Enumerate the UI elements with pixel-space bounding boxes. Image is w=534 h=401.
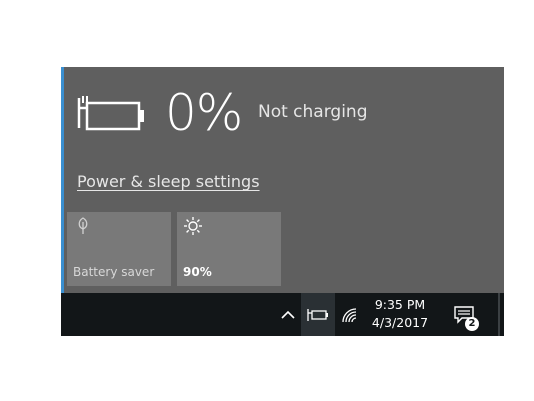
battery-tray-button[interactable]: [301, 293, 335, 336]
leaf-icon: [78, 217, 88, 234]
power-sleep-settings-link[interactable]: Power & sleep settings: [77, 172, 260, 191]
clock-date: 4/3/2017: [371, 315, 429, 330]
notification-count-badge: 2: [465, 317, 479, 331]
taskbar: 9:35 PM 4/3/2017 2: [61, 293, 504, 336]
battery-plugged-icon: [307, 308, 328, 321]
battery-status-row: 0% Not charging: [77, 87, 477, 139]
battery-percent: 0%: [165, 84, 243, 142]
battery-flyout: 0% Not charging Power & sleep settings B…: [61, 67, 504, 293]
network-tray-button[interactable]: [337, 293, 363, 336]
brightness-label: 90%: [183, 265, 212, 279]
clock-time: 9:35 PM: [374, 297, 426, 312]
battery-saver-tile[interactable]: Battery saver: [67, 212, 171, 286]
battery-saver-label: Battery saver: [73, 265, 155, 279]
sun-icon: [184, 217, 202, 235]
show-hidden-icons-button[interactable]: [277, 293, 299, 336]
desktop-screen: 0% Not charging Power & sleep settings B…: [0, 0, 534, 401]
charging-status: Not charging: [258, 102, 368, 122]
show-desktop-button[interactable]: [498, 293, 500, 336]
chevron-up-icon: [281, 310, 295, 319]
clock-button[interactable]: 9:35 PM 4/3/2017: [367, 293, 433, 336]
flyout-accent-bar: [61, 67, 64, 293]
brightness-tile[interactable]: 90%: [177, 212, 281, 286]
battery-plugged-icon: [77, 96, 144, 131]
action-center-button[interactable]: 2: [447, 293, 481, 336]
wifi-icon: [342, 307, 357, 322]
